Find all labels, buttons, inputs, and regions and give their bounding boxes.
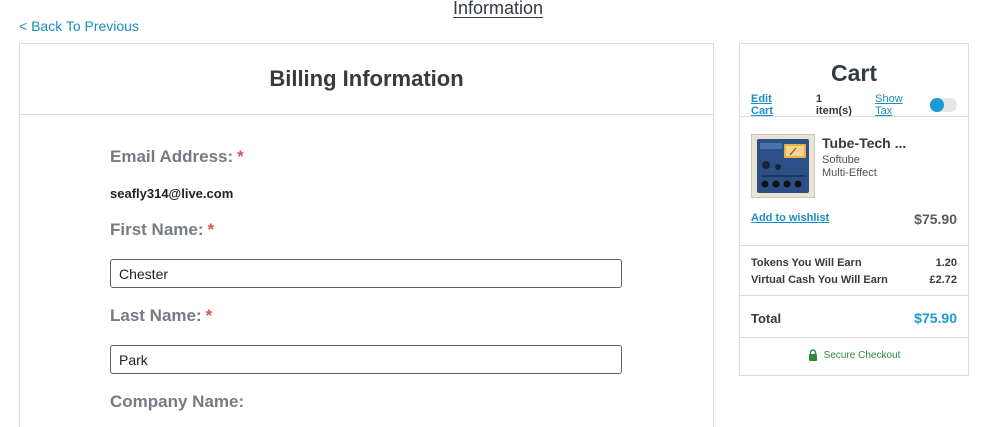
company-name-label: Company Name: (110, 392, 244, 412)
secure-checkout[interactable]: Secure Checkout (740, 349, 968, 361)
product-brand: Softube (822, 154, 860, 166)
total-label: Total (751, 310, 782, 326)
first-name-input[interactable] (110, 259, 622, 288)
total-row: Total $75.90 (751, 310, 957, 326)
secure-checkout-label: Secure Checkout (823, 349, 901, 361)
back-to-previous-link[interactable]: < Back To Previous (19, 18, 139, 34)
product-name[interactable]: Tube-Tech ... (822, 135, 906, 151)
billing-header: Billing Information (20, 44, 713, 115)
product-thumbnail[interactable] (751, 134, 815, 198)
billing-title: Billing Information (269, 66, 464, 91)
toggle-knob (929, 98, 944, 112)
cart-divider (740, 295, 968, 296)
total-value: $75.90 (914, 310, 957, 326)
show-tax-toggle[interactable] (929, 98, 957, 112)
billing-panel: Billing Information Email Address: * seaf… (19, 43, 714, 427)
email-label-text: Email Address: (110, 147, 234, 166)
earn-value: 1.20 (935, 257, 957, 269)
cart-panel: Cart Edit Cart 1 item(s) Show Tax Tube-T… (739, 43, 969, 376)
required-mark: * (207, 220, 215, 239)
virtual-cash-earn-row: Virtual Cash You Will Earn £2.72 (751, 274, 957, 286)
cart-divider (740, 116, 968, 117)
earn-label: Tokens You Will Earn (751, 257, 862, 269)
tokens-earn-row: Tokens You Will Earn 1.20 (751, 257, 957, 269)
cart-divider (740, 337, 968, 338)
item-count: 1 item(s) (815, 93, 852, 117)
cart-title: Cart (830, 60, 877, 86)
earn-value: £2.72 (929, 274, 957, 286)
edit-cart-link[interactable]: Edit Cart (751, 93, 796, 117)
email-label: Email Address: * (110, 147, 244, 167)
cart-divider (740, 245, 968, 246)
company-name-label-text: Company Name: (110, 392, 245, 411)
last-name-label-text: Last Name: (110, 306, 202, 325)
email-value: seafly314@live.com (110, 186, 234, 201)
cart-subheader: Edit Cart 1 item(s) Show Tax (751, 93, 957, 117)
earn-label: Virtual Cash You Will Earn (751, 274, 888, 286)
last-name-input[interactable] (110, 345, 622, 374)
show-tax-link[interactable]: Show Tax (875, 93, 921, 117)
required-mark: * (205, 306, 213, 325)
page-step-title: Information (453, 0, 544, 18)
required-mark: * (237, 147, 244, 166)
item-price: $75.90 (914, 211, 957, 227)
last-name-label: Last Name: * (110, 306, 212, 326)
first-name-label: First Name: * (110, 220, 214, 240)
product-thumbnail-image (752, 135, 814, 197)
add-to-wishlist-link[interactable]: Add to wishlist (751, 212, 829, 224)
product-category: Multi-Effect (822, 167, 877, 179)
lock-icon (808, 349, 817, 361)
first-name-label-text: First Name: (110, 220, 204, 239)
